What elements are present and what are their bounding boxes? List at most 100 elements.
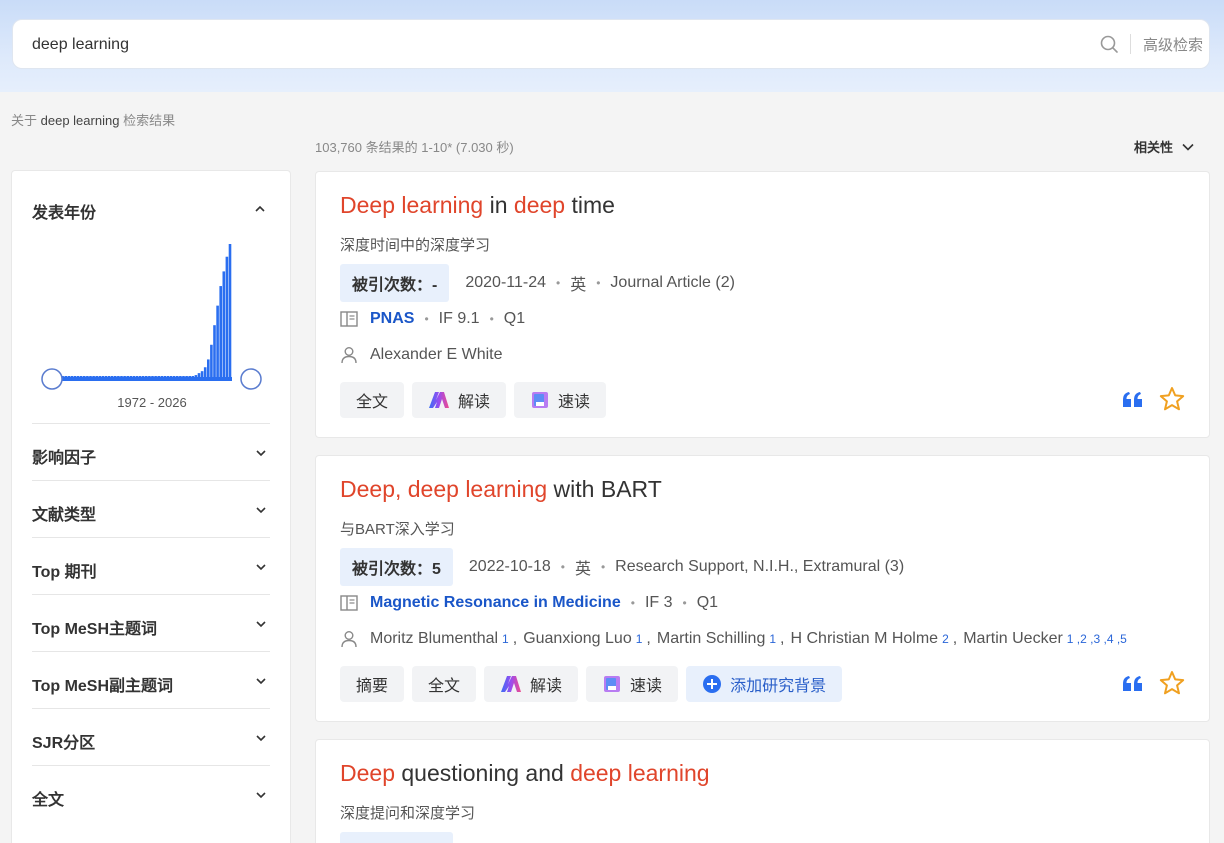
author-separator: , [952,630,958,647]
citation-badge: 被引次数：1 [340,832,453,843]
result-subtitle: 深度提问和深度学习 [340,805,476,822]
histogram-bar [210,344,213,379]
chevron-down-icon [256,564,266,571]
author-affiliation[interactable]: 2 [942,632,949,646]
histogram-bars [52,244,232,379]
filter-section[interactable]: Top MeSH主题词 [32,594,270,651]
author-affiliation[interactable]: 1 [636,632,643,646]
language: 英 [570,277,587,294]
histogram-bar [213,325,216,379]
cite-quote-icon[interactable] [1121,388,1145,412]
dot-separator: • [600,560,606,574]
author-name[interactable]: Martin Uecker [963,630,1063,648]
chevron-down-icon [256,678,266,685]
journal-link[interactable]: Magnetic Resonance in Medicine [370,594,621,612]
author-affiliation[interactable]: 1 [502,632,509,646]
chevron-down-icon [256,792,266,799]
filter-label: Top MeSH主题词 [32,621,158,638]
result-title[interactable]: Deep learning in deep time [340,192,615,219]
authors-row: Moritz Blumenthal 1 , Guanxiong Luo 1 , Mart… [340,630,1127,648]
action-buttons: 全文 解读 速读 [340,382,607,418]
filter-section[interactable]: 全文 [32,765,270,822]
result-subtitle: 与BART深入学习 [340,521,455,538]
chevron-down-icon [256,735,266,742]
result-title[interactable]: Deep, deep learning with BART [340,476,662,503]
button-label: 全文 [356,394,389,411]
button-label: 速读 [630,678,663,695]
filter-section[interactable]: Top 期刊 [32,537,270,594]
filter-section[interactable]: 文献类型 [32,480,270,537]
dot-separator: • [630,596,635,610]
journal-row: Magnetic Resonance in Medicine • IF 3 • Q1 [340,594,718,612]
title-segment: Deep, deep learning [340,476,548,502]
author-separator: , [512,630,518,647]
button-label: 添加研究背景 [730,678,827,695]
author-name[interactable]: Alexander E White [370,346,503,364]
button-label: 全文 [428,678,461,695]
author-name[interactable]: Guanxiong Luo [523,630,632,648]
favorite-star-icon[interactable] [1159,386,1185,412]
quartile: Q1 [696,594,719,611]
publish-date: 2020-11-24 [465,274,546,291]
filter-label: 影响因子 [32,450,97,467]
journal-icon [340,311,358,327]
filter-section[interactable]: SJR分区 [32,708,270,765]
add-research-context-button[interactable]: 添加研究背景 [686,666,843,702]
person-icon [341,631,357,648]
chevron-down-icon [1182,143,1194,151]
chevron-down-icon [256,507,266,514]
sort-dropdown[interactable]: 相关性 [1134,137,1195,156]
full-text-button[interactable]: 全文 [340,382,405,418]
title-segment: Deep [340,760,395,786]
button-label: 速读 [558,394,591,411]
author-separator: , [646,630,651,647]
year-filter-title[interactable]: 发表年份 [32,199,96,223]
filter-section[interactable]: Top MeSH副主题词 [32,651,270,708]
journal-link[interactable]: PNAS [370,310,414,328]
authors-row: Alexander E White [340,346,503,364]
abstract-button[interactable]: 摘要 [340,666,405,702]
article-type: Journal Article (2) [610,274,735,291]
search-input[interactable] [32,35,1032,55]
title-segment: in [483,192,514,218]
ai-interpret-icon [501,676,522,692]
author-affiliation[interactable]: 1 [769,632,776,646]
filter-label: 文献类型 [32,507,97,524]
histogram-bar [207,359,210,379]
interpret-button[interactable]: 解读 [484,666,579,702]
author-name[interactable]: Moritz Blumenthal [370,630,498,648]
author-affiliation[interactable]: 1 ,2 ,3 ,4 ,5 [1067,632,1127,646]
favorite-star-icon[interactable] [1159,670,1185,696]
dot-separator: • [556,276,561,290]
ai-interpret-icon [429,392,450,408]
filter-label: SJR分区 [32,735,96,752]
result-card: Deep questioning and deep learning 深度提问和深… [315,739,1210,843]
filter-label: 全文 [32,792,65,809]
author-name[interactable]: H Christian M Holme [790,630,938,648]
dot-separator: • [596,276,601,290]
result-meta: 被引次数：5 2022-10-18 • 英 • Research Support, N.I… [340,548,904,586]
histogram-bar [216,305,219,379]
result-meta: 被引次数：12012-04-20•英 [340,832,591,843]
quick-read-button[interactable]: 速读 [586,666,679,702]
cite-quote-icon[interactable] [1121,672,1145,696]
interpret-button[interactable]: 解读 [412,382,507,418]
button-label: 解读 [458,394,491,411]
result-title[interactable]: Deep questioning and deep learning [340,760,710,787]
chevron-down-icon [256,621,266,628]
search-icon[interactable] [1099,34,1119,54]
advanced-search-link[interactable]: 高级检索 [1143,34,1203,55]
chevron-down-icon [256,450,266,457]
range-slider-max-handle[interactable] [240,368,262,390]
search-bar: 高级检索 [12,19,1210,69]
full-text-button[interactable]: 全文 [412,666,477,702]
quick-read-button[interactable]: 速读 [514,382,607,418]
author-name[interactable]: Martin Schilling [657,630,765,648]
result-meta: 被引次数：- 2020-11-24 • 英 • Journal Article (2) [340,264,735,302]
range-slider-min-handle[interactable] [41,368,63,390]
dot-separator: • [424,312,429,326]
year-histogram [41,244,262,390]
article-type: Research Support, N.I.H., Extramural (3) [615,558,905,575]
chevron-up-icon[interactable] [252,201,268,217]
filter-section[interactable]: 影响因子 [32,423,270,480]
